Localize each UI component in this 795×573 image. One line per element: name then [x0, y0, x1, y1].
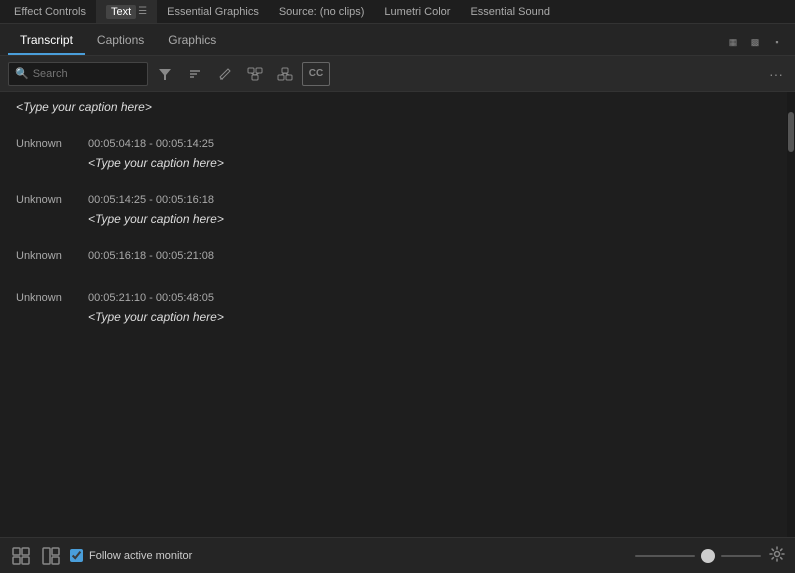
follow-active-monitor-checkbox[interactable]: [70, 549, 83, 562]
time-range: 00:05:21:10 - 00:05:48:05: [88, 292, 214, 304]
entry-header: Unknown 00:05:21:10 - 00:05:48:05: [16, 292, 771, 304]
follow-active-monitor-label: Follow active monitor: [89, 550, 192, 562]
tab-lumetri-color[interactable]: Lumetri Color: [374, 0, 460, 23]
caption-text[interactable]: <Type your caption here>: [88, 212, 771, 226]
slider-track-left: [635, 555, 695, 557]
bottom-bar: Follow active monitor: [0, 537, 795, 573]
transcript-entry: Unknown 00:05:16:18 - 00:05:21:08: [16, 250, 771, 276]
tab-essential-sound[interactable]: Essential Sound: [460, 0, 560, 23]
tab-graphics[interactable]: Graphics: [156, 27, 228, 55]
tab-source[interactable]: Source: (no clips): [269, 0, 375, 23]
panel-icon-3[interactable]: ▪: [767, 33, 787, 51]
merge-button[interactable]: [242, 62, 268, 86]
time-range: 00:05:16:18 - 00:05:21:08: [88, 250, 214, 262]
transcript-entry: <Type your caption here>: [16, 100, 771, 122]
secondary-tab-group: Transcript Captions Graphics: [8, 27, 228, 55]
speaker-name: Unknown: [16, 138, 76, 150]
more-options-button[interactable]: ···: [765, 66, 787, 82]
speaker-name: Unknown: [16, 250, 76, 262]
split-button[interactable]: [272, 62, 298, 86]
panel-icon-1[interactable]: ▦: [723, 33, 743, 51]
top-tab-bar: Effect Controls Text ☰ Essential Graphic…: [0, 0, 795, 24]
entry-header: Unknown 00:05:04:18 - 00:05:14:25: [16, 138, 771, 150]
slider-knob[interactable]: [701, 549, 715, 563]
scrollbar-thumb[interactable]: [788, 112, 794, 152]
slider-track-right: [721, 555, 761, 557]
search-box[interactable]: 🔍: [8, 62, 148, 86]
sort-button[interactable]: [182, 62, 208, 86]
tab-essential-graphics[interactable]: Essential Graphics: [157, 0, 269, 23]
tab-text[interactable]: Text ☰: [96, 0, 157, 23]
secondary-tab-bar: Transcript Captions Graphics ▦ ▩ ▪: [0, 24, 795, 56]
tab-transcript[interactable]: Transcript: [8, 27, 85, 55]
bottom-icon-layout1[interactable]: [10, 545, 32, 567]
content-area: <Type your caption here> Unknown 00:05:0…: [0, 92, 795, 537]
time-range: 00:05:14:25 - 00:05:16:18: [88, 194, 214, 206]
entry-header: Unknown 00:05:14:25 - 00:05:16:18: [16, 194, 771, 206]
follow-active-monitor-wrap[interactable]: Follow active monitor: [70, 549, 192, 562]
entry-header: Unknown 00:05:16:18 - 00:05:21:08: [16, 250, 771, 262]
transcript-entry: Unknown 00:05:21:10 - 00:05:48:05 <Type …: [16, 292, 771, 332]
caption-text[interactable]: <Type your caption here>: [88, 310, 771, 324]
scrollbar-track[interactable]: [787, 92, 795, 537]
transcript-entry: Unknown 00:05:04:18 - 00:05:14:25 <Type …: [16, 138, 771, 178]
tab-effect-controls[interactable]: Effect Controls: [4, 0, 96, 23]
caption-text[interactable]: <Type your caption here>: [88, 156, 771, 170]
settings-icon-button[interactable]: [769, 546, 785, 565]
bottom-icon-layout2[interactable]: [40, 545, 62, 567]
speaker-name: Unknown: [16, 292, 76, 304]
filter-button[interactable]: [152, 62, 178, 86]
edit-button[interactable]: [212, 62, 238, 86]
transcript-entry: Unknown 00:05:14:25 - 00:05:16:18 <Type …: [16, 194, 771, 234]
secondary-tab-right-icons: ▦ ▩ ▪: [723, 33, 787, 55]
panel-icon-2[interactable]: ▩: [745, 33, 765, 51]
cc-button[interactable]: CC: [302, 62, 330, 86]
speaker-name: Unknown: [16, 194, 76, 206]
slider-area: [635, 549, 761, 563]
time-range: 00:05:04:18 - 00:05:14:25: [88, 138, 214, 150]
search-input[interactable]: [33, 68, 141, 80]
toolbar: 🔍 CC: [0, 56, 795, 92]
search-icon: 🔍: [15, 67, 29, 80]
tab-captions[interactable]: Captions: [85, 27, 156, 55]
caption-text[interactable]: <Type your caption here>: [16, 100, 771, 114]
transcript-scroll[interactable]: <Type your caption here> Unknown 00:05:0…: [0, 92, 787, 537]
